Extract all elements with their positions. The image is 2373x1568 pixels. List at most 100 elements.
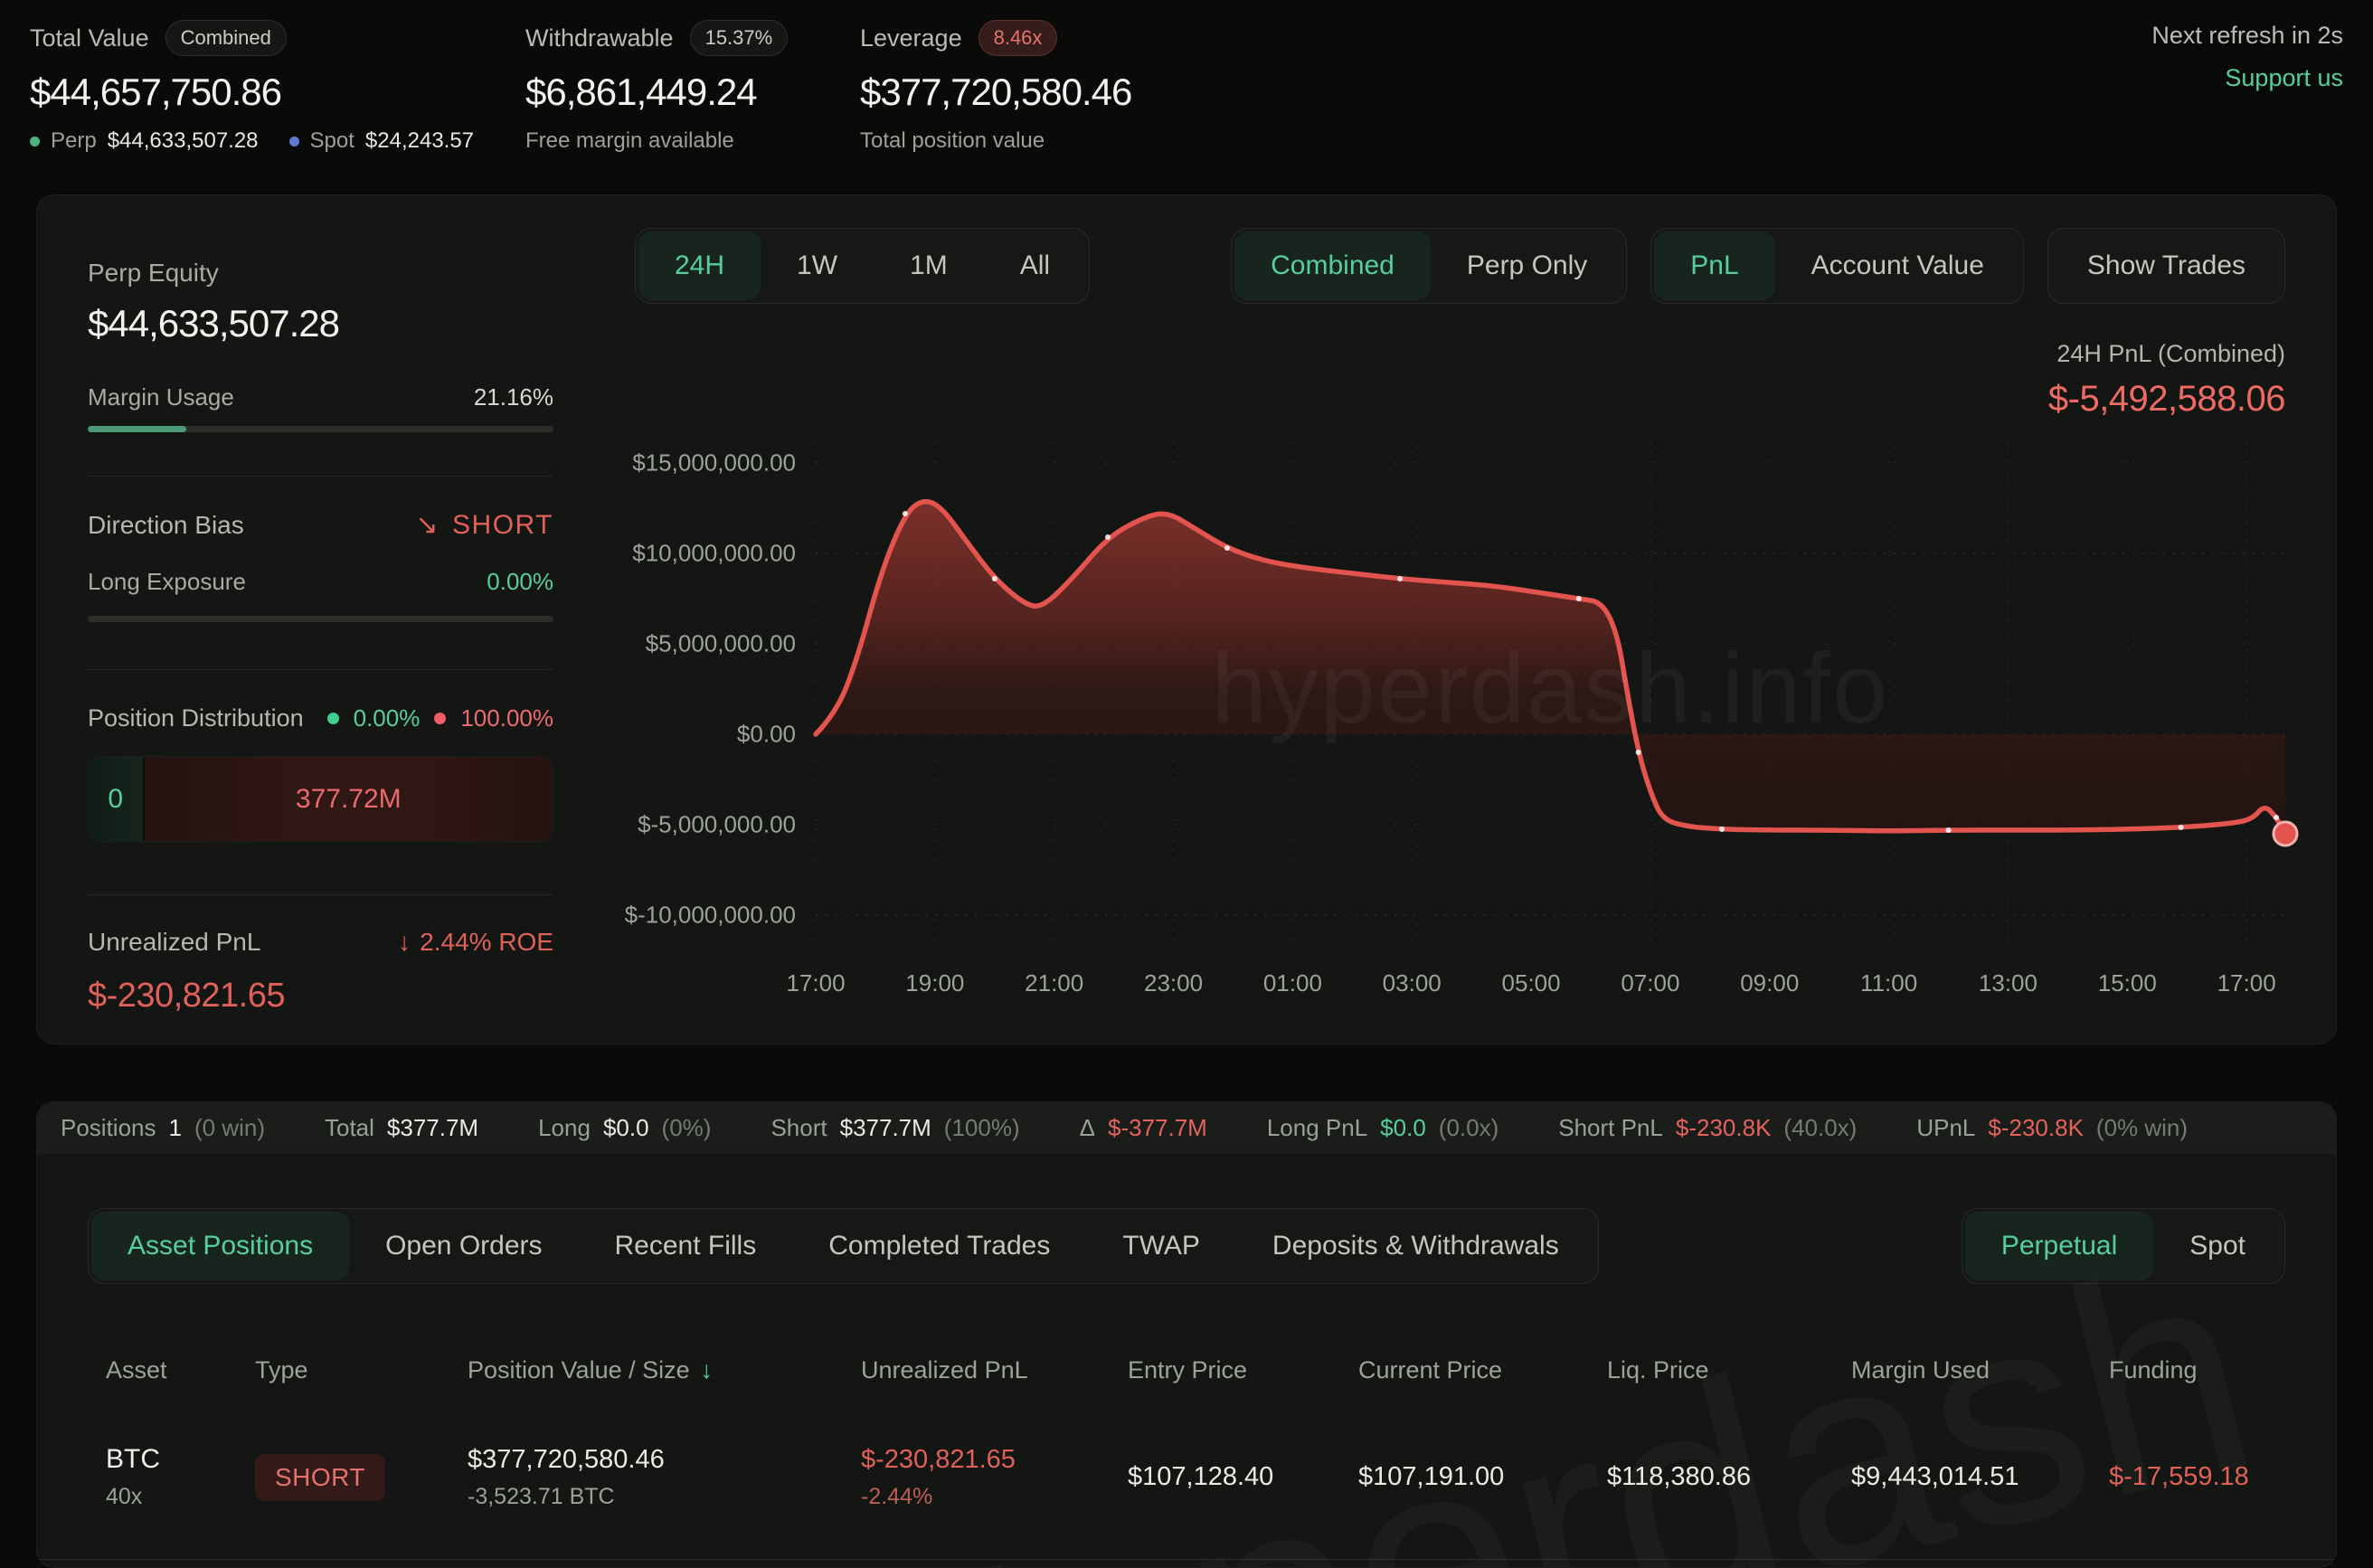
y-tick-label: $5,000,000.00 (646, 630, 796, 658)
col-header-asset[interactable]: Asset (106, 1356, 255, 1384)
col-header-liq-price[interactable]: Liq. Price (1607, 1356, 1851, 1384)
portfolio-stats-panel: Perp Equity $44,633,507.28 Margin Usage … (88, 259, 553, 1015)
spot-label: Spot (310, 128, 355, 154)
summary-long: Long$0.0(0%) (538, 1114, 711, 1142)
perp-equity-value: $44,633,507.28 (88, 302, 553, 345)
mode-perp-only[interactable]: Perp Only (1431, 231, 1623, 300)
show-trades-group: Show Trades (2047, 228, 2285, 304)
range-all[interactable]: All (984, 231, 1086, 300)
cell-current-price: $107,191.00 (1358, 1462, 1607, 1492)
leverage-label: Leverage (860, 24, 962, 52)
withdrawable-label: Withdrawable (525, 24, 674, 52)
col-header-entry-price[interactable]: Entry Price (1128, 1356, 1358, 1384)
short-pct: 100.00% (460, 704, 553, 732)
x-tick-label: 03:00 (1383, 969, 1442, 997)
withdrawable-group: Withdrawable 15.37% $6,861,449.24 Free m… (525, 20, 788, 154)
withdrawable-sub: Free margin available (525, 128, 734, 154)
x-tick-label: 05:00 (1502, 969, 1561, 997)
leverage-group: Leverage 8.46x $377,720,580.46 Total pos… (860, 20, 1131, 154)
sort-desc-icon: ↓ (701, 1356, 714, 1384)
view-perpetual[interactable]: Perpetual (1965, 1212, 2153, 1280)
time-range-selector: 24H1W1MAll (635, 228, 1090, 304)
short-arrow-icon: ↘ (415, 509, 440, 541)
positions-table-header: Asset Type Position Value / Size↓ Unreal… (37, 1356, 2336, 1384)
mode-combined[interactable]: Combined (1234, 231, 1431, 300)
summary-total: Total$377.7M (325, 1114, 478, 1142)
positions-summary-bar: Positions1(0 win) Total$377.7M Long$0.0(0%… (37, 1102, 2336, 1154)
distribution-long-segment: 0 (89, 757, 145, 841)
account-mode-selector: CombinedPerp Only (1231, 228, 1627, 304)
range-1m[interactable]: 1M (874, 231, 984, 300)
divider (88, 894, 553, 895)
margin-usage-fill (88, 426, 186, 432)
divider (88, 669, 553, 670)
roe-down-arrow-icon: ↓ (398, 928, 411, 957)
leverage-value: $377,720,580.46 (860, 71, 1131, 114)
col-header-funding[interactable]: Funding (2109, 1356, 2285, 1384)
long-pct: 0.00% (354, 704, 421, 732)
x-tick-label: 01:00 (1263, 969, 1322, 997)
x-tick-label: 17:00 (786, 969, 845, 997)
direction-bias-label: Direction Bias (88, 511, 244, 540)
position-distribution-bar: 0 377.72M (88, 756, 553, 842)
col-header-position-value[interactable]: Position Value / Size↓ (468, 1356, 861, 1384)
show-trades-button[interactable]: Show Trades (2051, 231, 2282, 300)
unrealized-pnl-value: $-230,821.65 (88, 977, 553, 1015)
summary-long-pnl: Long PnL$0.0(0.0x) (1267, 1114, 1498, 1142)
perp-equity-label: Perp Equity (88, 259, 553, 288)
cell-liq-price: $118,380.86 (1607, 1462, 1851, 1492)
metric-account-value[interactable]: Account Value (1775, 231, 2020, 300)
x-tick-label: 11:00 (1860, 969, 1917, 997)
long-exposure-value: 0.00% (487, 568, 553, 596)
summary--: Δ$-377.7M (1080, 1114, 1207, 1142)
margin-usage-value: 21.16% (474, 383, 553, 411)
divider (88, 476, 553, 477)
cell-leverage: 40x (106, 1484, 255, 1510)
long-legend-dot-icon (327, 713, 339, 724)
range-1w[interactable]: 1W (761, 231, 874, 300)
tab-twap[interactable]: TWAP (1086, 1212, 1236, 1280)
tab-asset-positions[interactable]: Asset Positions (91, 1212, 349, 1280)
metric-pnl[interactable]: PnL (1654, 231, 1774, 300)
pnl-period-value: $-5,492,588.06 (635, 379, 2285, 420)
col-header-margin-used[interactable]: Margin Used (1851, 1356, 2109, 1384)
chart-area: 24H1W1MAll CombinedPerp Only PnLAccount … (635, 228, 2285, 1011)
x-tick-label: 15:00 (2098, 969, 2157, 997)
refresh-countdown: Next refresh in 2s (2151, 22, 2343, 50)
pnl-period-title: 24H PnL (Combined) (635, 340, 2285, 368)
position-row-btc[interactable]: BTC 40x SHORT $377,720,580.46 -3,523.71 … (37, 1421, 2336, 1534)
cell-position-size: -3,523.71 BTC (468, 1484, 861, 1510)
tab-open-orders[interactable]: Open Orders (349, 1212, 578, 1280)
support-us-link[interactable]: Support us (2151, 64, 2343, 92)
x-tick-label: 09:00 (1740, 969, 1799, 997)
col-header-current-price[interactable]: Current Price (1358, 1356, 1607, 1384)
col-header-unrealized-pnl[interactable]: Unrealized PnL (861, 1356, 1128, 1384)
bottom-divider (37, 1559, 2336, 1560)
col-header-type[interactable]: Type (255, 1356, 468, 1384)
positions-card: Positions1(0 win) Total$377.7M Long$0.0(0%… (36, 1101, 2337, 1568)
leverage-badge: 8.46x (979, 20, 1058, 56)
total-value-label: Total Value (30, 24, 149, 52)
range-24h[interactable]: 24H (638, 231, 761, 300)
pnl-chart-plot[interactable]: hyperdash.info (816, 441, 2285, 948)
x-tick-label: 13:00 (1979, 969, 2037, 997)
position-distribution-label: Position Distribution (88, 704, 304, 732)
y-tick-label: $10,000,000.00 (632, 540, 796, 568)
view-spot[interactable]: Spot (2153, 1212, 2282, 1280)
x-tick-label: 21:00 (1025, 969, 1083, 997)
total-value-group: Total Value Combined $44,657,750.86 Perp… (30, 20, 474, 154)
tab-recent-fills[interactable]: Recent Fills (579, 1212, 793, 1280)
short-legend-dot-icon (434, 713, 446, 724)
summary-upnl: UPnL$-230.8K(0% win) (1916, 1114, 2188, 1142)
y-tick-label: $-10,000,000.00 (625, 902, 796, 930)
perp-value: $44,633,507.28 (108, 128, 259, 154)
spot-value: $24,243.57 (365, 128, 474, 154)
chart-metric-selector: PnLAccount Value (1650, 228, 2024, 304)
perpetual-spot-toggle: PerpetualSpot (1962, 1208, 2285, 1284)
cell-position-value: $377,720,580.46 -3,523.71 BTC (468, 1445, 861, 1510)
tab-completed-trades[interactable]: Completed Trades (792, 1212, 1086, 1280)
spot-dot-icon (289, 137, 299, 146)
tab-deposits-withdrawals[interactable]: Deposits & Withdrawals (1236, 1212, 1595, 1280)
perp-dot-icon (30, 137, 40, 146)
summary-positions: Positions1(0 win) (61, 1114, 265, 1142)
